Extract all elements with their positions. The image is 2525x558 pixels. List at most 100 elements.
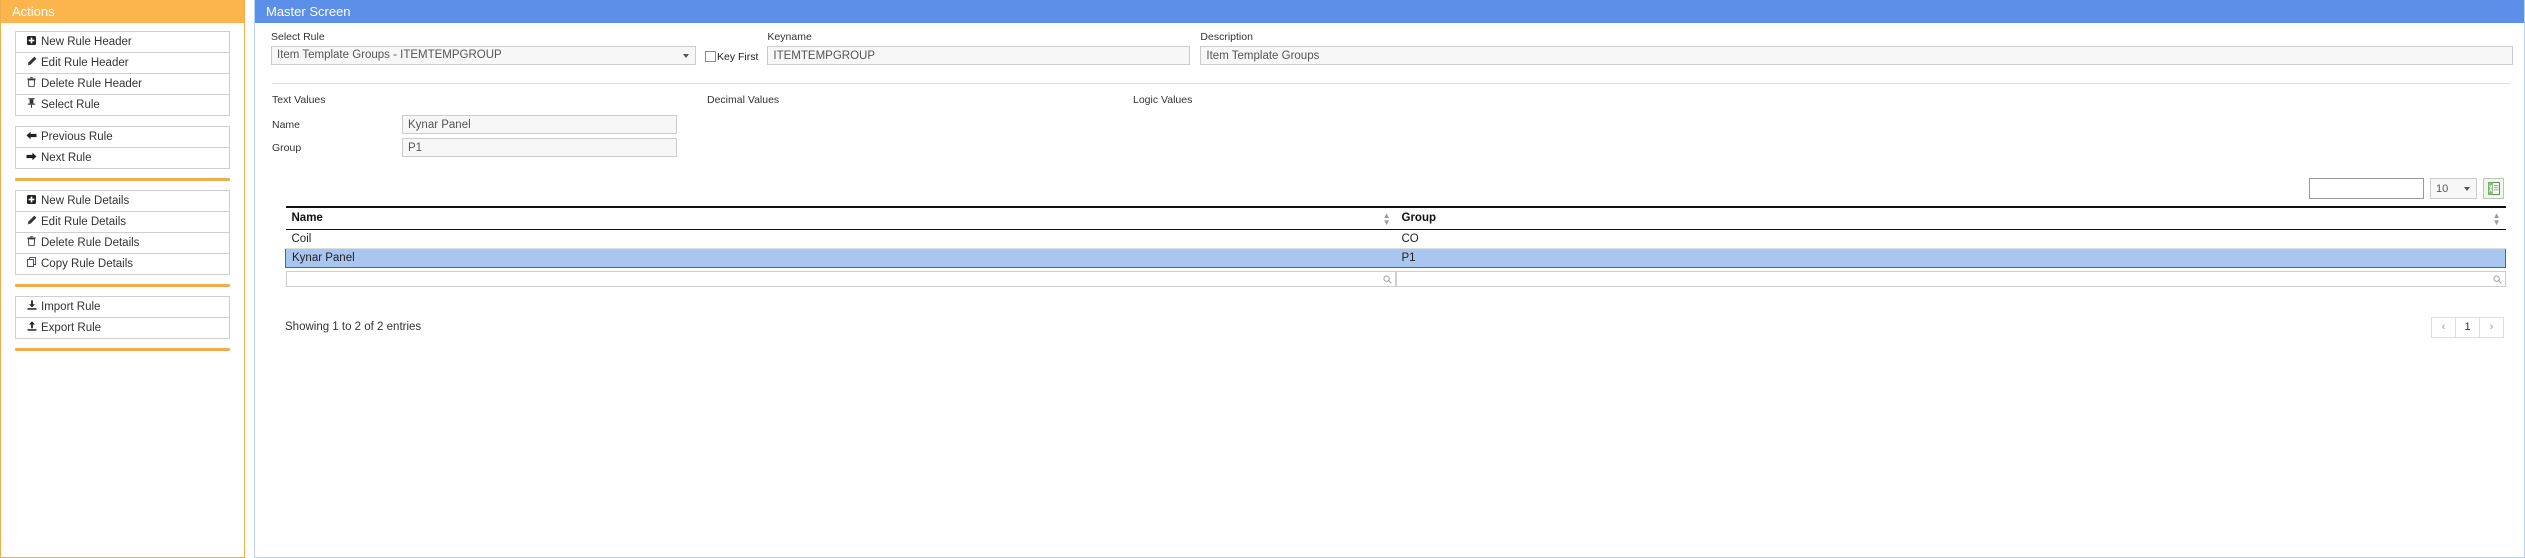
pagination-prev[interactable]: ‹ [2431, 316, 2456, 338]
sidebar-title: Actions [1, 0, 244, 23]
text-value-row: Name [272, 115, 972, 134]
sort-icon[interactable]: ▲ ▼ [2493, 212, 2501, 227]
pagination-page-1[interactable]: 1 [2455, 316, 2480, 338]
name-label: Name [272, 118, 301, 131]
column-header-group[interactable]: Group ▲ ▼ [1395, 206, 2506, 230]
column-header-name[interactable]: Name ▲ ▼ [285, 206, 1396, 230]
table-footer: Showing 1 to 2 of 2 entries ‹ 1 › [285, 316, 2506, 338]
rule-details-table: Name ▲ ▼ Group ▲ ▼ Coil CO Kynar Panel P… [285, 206, 2506, 290]
table-filter-row [285, 267, 2506, 290]
pencil-icon [25, 53, 38, 73]
logic-values-column: Logic Values [1133, 94, 1192, 115]
sidebar-divider [15, 348, 230, 351]
sidebar-item-export-rule[interactable]: Export Rule [16, 318, 229, 339]
pencil-icon [25, 212, 38, 232]
sidebar-item-label: New Rule Header [41, 36, 132, 48]
download-icon [25, 297, 38, 317]
page-length-select[interactable]: 10 [2430, 178, 2477, 199]
select-rule-field: Select Rule Item Template Groups - ITEMT… [271, 31, 696, 65]
page-title: Master Screen [255, 0, 2524, 23]
sidebar-item-copy-rule-details[interactable]: Copy Rule Details [16, 254, 229, 275]
text-values-title: Text Values [272, 94, 326, 106]
action-group-navigation: Previous Rule Next Rule [15, 126, 230, 169]
sidebar-item-label: Next Rule [41, 152, 92, 164]
arrow-right-icon [25, 148, 38, 168]
keyname-label: Keyname [767, 31, 812, 43]
trash-icon [25, 233, 38, 253]
sidebar-item-next-rule[interactable]: Next Rule [16, 148, 229, 169]
key-first-group: Key First [705, 51, 758, 65]
sidebar-item-label: Previous Rule [41, 131, 113, 143]
sidebar-body: New Rule Header Edit Rule Header Delete … [1, 23, 244, 351]
sidebar-item-delete-rule-header[interactable]: Delete Rule Header [16, 74, 229, 95]
name-input[interactable] [402, 115, 677, 134]
text-value-row: Group [272, 138, 972, 157]
sidebar-item-label: Edit Rule Details [41, 216, 127, 228]
sidebar-item-edit-rule-header[interactable]: Edit Rule Header [16, 53, 229, 74]
sidebar-item-edit-rule-details[interactable]: Edit Rule Details [16, 212, 229, 233]
sidebar-item-label: Select Rule [41, 99, 100, 111]
sidebar-item-label: Copy Rule Details [41, 258, 134, 270]
cell-name: Coil [285, 229, 1396, 249]
table-toolbar: 10 [285, 178, 2506, 199]
pin-icon [25, 95, 38, 115]
action-group-transfer: Import Rule Export Rule [15, 296, 230, 339]
group-input[interactable] [402, 138, 677, 157]
key-first-label: Key First [717, 51, 759, 63]
table-header-row: Name ▲ ▼ Group ▲ ▼ [285, 206, 2506, 230]
filter-group-input[interactable] [1395, 270, 2506, 287]
sidebar-divider [15, 284, 230, 287]
select-rule-label: Select Rule [271, 31, 325, 43]
plus-square-icon [25, 191, 38, 211]
pagination-next[interactable]: › [2479, 316, 2504, 338]
sidebar-item-label: New Rule Details [41, 195, 130, 207]
description-field: Description [1200, 31, 2513, 65]
select-rule-wrap: Item Template Groups - ITEMTEMPGROUP [271, 46, 696, 65]
pagination: ‹ 1 › [2431, 316, 2504, 338]
filter-name-input[interactable] [285, 270, 1396, 287]
sidebar-item-import-rule[interactable]: Import Rule [16, 297, 229, 318]
action-group-header: New Rule Header Edit Rule Header Delete … [15, 31, 230, 116]
cell-name: Kynar Panel [285, 247, 1396, 268]
form-divider [272, 83, 2510, 84]
table-row-selected[interactable]: Kynar Panel P1 [285, 247, 2506, 268]
keyname-input[interactable] [767, 46, 1191, 65]
sort-icon[interactable]: ▲ ▼ [1383, 212, 1391, 227]
trash-icon [25, 74, 38, 94]
table-head: Name ▲ ▼ Group ▲ ▼ [285, 206, 2506, 230]
column-header-label: Name [291, 212, 323, 225]
sidebar-item-delete-rule-details[interactable]: Delete Rule Details [16, 233, 229, 254]
sidebar-item-label: Delete Rule Header [41, 78, 143, 90]
copy-icon [25, 254, 38, 274]
page-length-wrap: 10 [2430, 178, 2477, 199]
decimal-values-title: Decimal Values [707, 94, 780, 106]
action-group-details: New Rule Details Edit Rule Details Delet… [15, 190, 230, 275]
sidebar-item-select-rule[interactable]: Select Rule [16, 95, 229, 116]
sidebar-divider [15, 178, 230, 181]
arrow-left-icon [25, 127, 38, 147]
actions-sidebar: Actions New Rule Header Edit Rule Header [0, 0, 245, 558]
table-search-input[interactable] [2309, 178, 2424, 199]
sidebar-item-previous-rule[interactable]: Previous Rule [16, 127, 229, 148]
description-label: Description [1200, 31, 1253, 43]
sidebar-item-label: Import Rule [41, 301, 101, 313]
sidebar-item-new-rule-header[interactable]: New Rule Header [16, 32, 229, 53]
text-values-column: Text Values Name Group [272, 94, 972, 161]
cell-group: CO [1395, 229, 2506, 249]
table-row[interactable]: Coil CO [285, 229, 2506, 249]
export-excel-icon[interactable] [2483, 178, 2504, 199]
description-input[interactable] [1200, 46, 2513, 65]
filter-cell-name [285, 267, 1396, 290]
master-screen-panel: Master Screen Select Rule Item Template … [254, 0, 2525, 558]
decimal-values-column: Decimal Values [707, 94, 779, 115]
table-body: Coil CO Kynar Panel P1 [285, 229, 2506, 290]
select-rule-dropdown[interactable]: Item Template Groups - ITEMTEMPGROUP [271, 46, 696, 65]
plus-square-icon [25, 32, 38, 52]
cell-group: P1 [1395, 247, 2506, 268]
key-first-checkbox[interactable] [705, 51, 716, 62]
table-info: Showing 1 to 2 of 2 entries [285, 321, 422, 333]
sidebar-item-new-rule-details[interactable]: New Rule Details [16, 191, 229, 212]
filter-cell-group [1395, 267, 2506, 290]
filter-name-wrap [285, 270, 1396, 287]
